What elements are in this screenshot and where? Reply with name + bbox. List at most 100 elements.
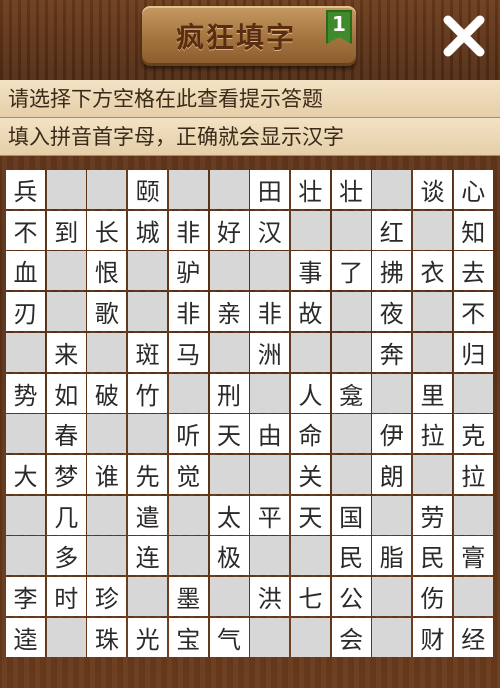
blank-cell[interactable] [331,414,371,454]
letter-cell: 势 [6,373,45,413]
blank-cell[interactable] [413,210,452,250]
letter-cell: 平 [250,495,290,535]
letter-cell: 梦 [46,454,86,494]
blank-cell[interactable] [6,332,45,372]
letter-cell: 墨 [168,577,208,616]
blank-cell[interactable] [250,454,290,494]
blank-cell[interactable] [331,210,371,250]
blank-cell[interactable] [209,454,249,494]
blank-cell[interactable] [453,495,493,535]
letter-cell: 龛 [331,373,371,413]
letter-cell: 财 [413,617,452,657]
blank-cell[interactable] [87,414,127,454]
blank-cell[interactable] [453,373,493,413]
blank-cell[interactable] [209,577,249,616]
blank-cell[interactable] [331,332,371,372]
letter-cell: 珠 [87,617,127,657]
letter-cell: 恨 [87,251,127,291]
blank-cell[interactable] [250,536,290,576]
blank-cell[interactable] [46,292,86,332]
crossword-board: 兵颐田壮壮谈心不到长城非好汉红知血恨驴事了拂衣去刃歌非亲非故夜不来斑马洲奔归势如… [6,170,494,657]
blank-cell[interactable] [209,251,249,291]
hint-line-1: 请选择下方空格在此查看提示答题 [0,80,500,118]
letter-cell: 不 [453,292,493,332]
letter-cell: 宝 [168,617,208,657]
letter-cell: 天 [209,414,249,454]
letter-cell: 拉 [453,454,493,494]
blank-cell[interactable] [46,170,86,209]
blank-cell[interactable] [413,454,452,494]
blank-cell[interactable] [331,454,371,494]
top-bar: 疯狂填字 1 [0,0,500,80]
blank-cell[interactable] [87,332,127,372]
blank-cell[interactable] [453,577,493,616]
letter-cell: 多 [46,536,86,576]
letter-cell: 去 [453,251,493,291]
letter-cell: 春 [46,414,86,454]
letter-cell: 连 [128,536,168,576]
blank-cell[interactable] [250,617,290,657]
letter-cell: 壮 [290,170,330,209]
letter-cell: 红 [372,210,412,250]
blank-cell[interactable] [6,495,45,535]
blank-cell[interactable] [372,495,412,535]
letter-cell: 不 [6,210,45,250]
letter-cell: 汉 [250,210,290,250]
letter-cell: 斑 [128,332,168,372]
letter-cell: 如 [46,373,86,413]
blank-cell[interactable] [209,170,249,209]
letter-cell: 故 [290,292,330,332]
letter-cell: 脂 [372,536,412,576]
blank-cell[interactable] [6,536,45,576]
letter-cell: 血 [6,251,45,291]
letter-cell: 了 [331,251,371,291]
blank-cell[interactable] [290,536,330,576]
blank-cell[interactable] [128,414,168,454]
letter-cell: 珍 [87,577,127,616]
letter-cell: 兵 [6,170,45,209]
letter-cell: 来 [46,332,86,372]
letter-cell: 拂 [372,251,412,291]
blank-cell[interactable] [168,536,208,576]
letter-cell: 亲 [209,292,249,332]
letter-cell: 命 [290,414,330,454]
blank-cell[interactable] [250,251,290,291]
letter-cell: 颐 [128,170,168,209]
letter-cell: 洲 [250,332,290,372]
blank-cell[interactable] [372,577,412,616]
close-button[interactable] [442,14,486,58]
blank-cell[interactable] [290,210,330,250]
blank-cell[interactable] [46,617,86,657]
letter-cell: 公 [331,577,371,616]
letter-cell: 到 [46,210,86,250]
letter-cell: 听 [168,414,208,454]
close-x-icon [443,15,485,57]
blank-cell[interactable] [413,292,452,332]
letter-cell: 遣 [128,495,168,535]
blank-cell[interactable] [290,617,330,657]
blank-cell[interactable] [168,495,208,535]
blank-cell[interactable] [413,332,452,372]
blank-cell[interactable] [372,617,412,657]
blank-cell[interactable] [168,373,208,413]
letter-cell: 谈 [413,170,452,209]
blank-cell[interactable] [250,373,290,413]
blank-cell[interactable] [87,536,127,576]
blank-cell[interactable] [128,292,168,332]
blank-cell[interactable] [46,251,86,291]
blank-cell[interactable] [372,170,412,209]
blank-cell[interactable] [128,577,168,616]
letter-cell: 歌 [87,292,127,332]
blank-cell[interactable] [290,332,330,372]
blank-cell[interactable] [331,292,371,332]
blank-cell[interactable] [168,170,208,209]
letter-cell: 极 [209,536,249,576]
blank-cell[interactable] [372,373,412,413]
letter-cell: 刑 [209,373,249,413]
letter-cell: 心 [453,170,493,209]
blank-cell[interactable] [209,332,249,372]
blank-cell[interactable] [6,414,45,454]
blank-cell[interactable] [87,170,127,209]
blank-cell[interactable] [87,495,127,535]
blank-cell[interactable] [128,251,168,291]
